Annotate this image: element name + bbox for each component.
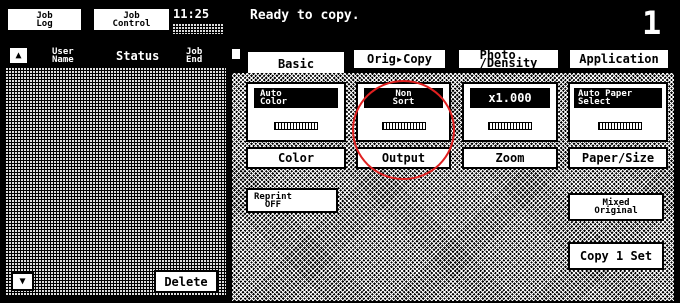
tab-photo-density[interactable]: Photo /Density <box>457 48 560 70</box>
paper-value: Auto Paper Select <box>574 88 662 108</box>
col-user-name: User Name <box>52 47 74 65</box>
job-list-header: ▲ User Name Status Job End <box>6 45 226 67</box>
copier-panel: Job Log Job Control 11:25 ▲ User Name St… <box>0 0 680 303</box>
zoom-label[interactable]: Zoom <box>462 147 558 169</box>
job-control-button[interactable]: Job Control <box>92 7 171 32</box>
paper-tile[interactable]: Auto Paper Select <box>568 82 668 142</box>
tab-basic[interactable]: Basic <box>246 50 346 75</box>
scroll-down-icon[interactable]: ▼ <box>11 272 34 291</box>
reprint-button[interactable]: Reprint OFF <box>246 188 338 213</box>
tab-application[interactable]: Application <box>568 48 670 70</box>
mixed-original-button[interactable]: Mixed Original <box>568 193 664 221</box>
delete-button[interactable]: Delete <box>154 270 218 293</box>
zoom-slider <box>488 122 532 130</box>
zoom-tile[interactable]: x1.000 <box>462 82 558 142</box>
tab-orig-copy[interactable]: Orig▸Copy <box>352 48 447 70</box>
col-status: Status <box>116 49 160 63</box>
clock: 11:25 <box>173 7 210 21</box>
color-value: Auto Color <box>254 88 338 108</box>
zoom-value: x1.000 <box>470 88 550 108</box>
status-message: Ready to copy. <box>250 8 360 23</box>
color-slider <box>274 122 318 130</box>
paper-slider <box>598 122 642 130</box>
paper-size-label[interactable]: Paper/Size <box>568 147 668 169</box>
col-job-end: Job End <box>186 47 203 65</box>
color-label[interactable]: Color <box>246 147 346 169</box>
copy-1-set-button[interactable]: Copy 1 Set <box>568 242 664 270</box>
scroll-up-icon[interactable]: ▲ <box>10 48 27 63</box>
annotation-circle <box>352 80 455 180</box>
copy-count: 1 <box>642 4 662 42</box>
job-log-button[interactable]: Job Log <box>6 7 83 32</box>
job-list[interactable] <box>6 68 226 296</box>
page-icon <box>230 47 242 61</box>
color-tile[interactable]: Auto Color <box>246 82 346 142</box>
clock-pattern <box>173 24 223 34</box>
